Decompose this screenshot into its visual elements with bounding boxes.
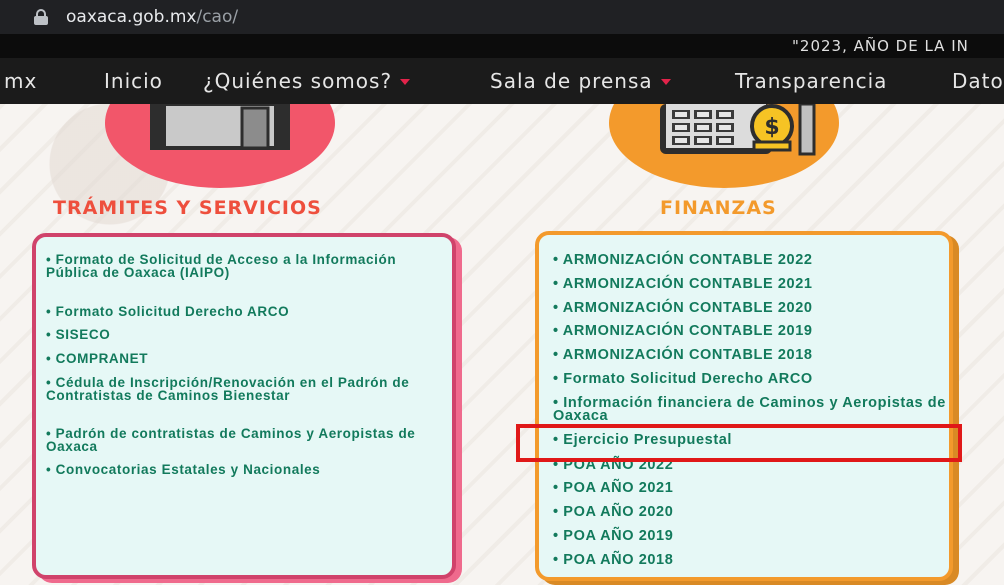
nav-item-label: Sala de prensa xyxy=(490,69,653,93)
lock-icon xyxy=(34,9,48,25)
tramites-panel: • Formato de Solicitud de Acceso a la In… xyxy=(32,233,456,579)
nav-brand[interactable]: mx xyxy=(4,69,37,93)
chevron-down-icon xyxy=(660,79,671,85)
nav-item-quienes-somos[interactable]: ¿Quiénes somos? xyxy=(203,69,411,93)
list-item-siseco[interactable]: • SISECO xyxy=(46,328,446,342)
top-banner: "2023, AÑO DE LA IN xyxy=(0,34,1004,58)
nav-item-label: Dato xyxy=(952,69,1004,93)
nav-brand-label: mx xyxy=(4,69,38,93)
nav-item-inicio[interactable]: Inicio xyxy=(104,69,163,93)
list-item-cedula-inscripcion[interactable]: • Cédula de Inscripción/Renovación en el… xyxy=(46,376,446,403)
list-item-convocatorias[interactable]: • Convocatorias Estatales y Nacionales xyxy=(46,463,446,477)
nav-item-transparencia[interactable]: Transparencia xyxy=(735,69,887,93)
building-icon xyxy=(150,104,290,150)
list-item-derecho-arco[interactable]: • Formato Solicitud Derecho ARCO xyxy=(46,305,446,319)
list-item-armonizacion-2021[interactable]: • ARMONIZACIÓN CONTABLE 2021 xyxy=(553,277,949,292)
list-item-poa-2018[interactable]: • POA AÑO 2018 xyxy=(553,553,949,568)
chevron-down-icon xyxy=(400,79,411,85)
list-item-acceso-informacion[interactable]: • Formato de Solicitud de Acceso a la In… xyxy=(46,253,446,280)
list-item-informacion-financiera[interactable]: • Información financiera de Caminos y Ae… xyxy=(553,396,949,424)
list-item-armonizacion-2019[interactable]: • ARMONIZACIÓN CONTABLE 2019 xyxy=(553,324,949,339)
main-navigation: mx Inicio ¿Quiénes somos? Sala de prensa… xyxy=(0,58,1004,104)
nav-item-datos[interactable]: Dato xyxy=(952,69,1004,93)
nav-item-label: Transparencia xyxy=(735,69,888,93)
list-item-poa-2019[interactable]: • POA AÑO 2019 xyxy=(553,529,949,544)
list-item-poa-2021[interactable]: • POA AÑO 2021 xyxy=(553,481,949,496)
list-item-armonizacion-2018[interactable]: • ARMONIZACIÓN CONTABLE 2018 xyxy=(553,348,949,363)
list-item-armonizacion-2020[interactable]: • ARMONIZACIÓN CONTABLE 2020 xyxy=(553,301,949,316)
url-path: /cao/ xyxy=(196,7,239,27)
highlight-box xyxy=(516,424,962,462)
list-item-padron-contratistas[interactable]: • Padrón de contratistas de Caminos y Ae… xyxy=(46,427,446,454)
list-item-derecho-arco[interactable]: • Formato Solicitud Derecho ARCO xyxy=(553,372,949,387)
svg-text:$: $ xyxy=(764,115,779,140)
section-title-tramites: TRÁMITES Y SERVICIOS xyxy=(53,197,322,219)
finanzas-panel: • ARMONIZACIÓN CONTABLE 2022 • ARMONIZAC… xyxy=(535,231,953,581)
url-host: oaxaca.gob.mx xyxy=(66,7,197,27)
list-item-compranet[interactable]: • COMPRANET xyxy=(46,352,446,366)
list-item-poa-2020[interactable]: • POA AÑO 2020 xyxy=(553,505,949,520)
nav-item-label: ¿Quiénes somos? xyxy=(203,69,393,93)
banner-text: "2023, AÑO DE LA IN xyxy=(792,37,969,55)
browser-address-bar[interactable]: oaxaca.gob.mx/cao/ xyxy=(0,0,1004,34)
list-item-armonizacion-2022[interactable]: • ARMONIZACIÓN CONTABLE 2022 xyxy=(553,253,949,268)
nav-item-sala-de-prensa[interactable]: Sala de prensa xyxy=(490,69,671,93)
nav-item-label: Inicio xyxy=(104,69,163,93)
section-title-finanzas: FINANZAS xyxy=(660,197,777,219)
calculator-coin-icon: $ xyxy=(660,104,816,156)
